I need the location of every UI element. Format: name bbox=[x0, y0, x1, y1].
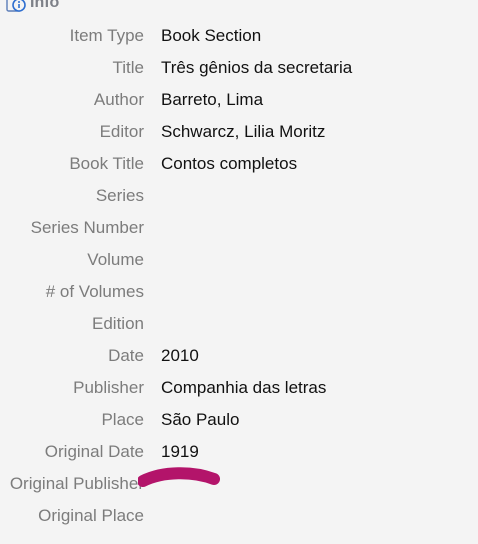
field-label: Publisher bbox=[73, 378, 144, 397]
info-icon bbox=[6, 0, 26, 13]
field-label: Series Number bbox=[30, 218, 144, 237]
field-value-book-title[interactable]: Contos completos bbox=[161, 148, 297, 180]
field-label: Place bbox=[101, 410, 144, 429]
field-row-title: Title Três gênios da secretaria bbox=[0, 52, 478, 84]
field-value-publisher[interactable]: Companhia das letras bbox=[161, 372, 326, 404]
field-value-series-number[interactable] bbox=[161, 212, 461, 244]
field-label: Book Title bbox=[69, 154, 144, 173]
field-value-original-date[interactable]: 1919 bbox=[161, 436, 199, 468]
field-row-series-number: Series Number bbox=[0, 212, 478, 244]
field-value-author[interactable]: Barreto, Lima bbox=[161, 84, 263, 116]
field-value-item-type[interactable]: Book Section bbox=[161, 20, 261, 52]
field-value-date[interactable]: 2010 bbox=[161, 340, 199, 372]
field-row-original-place: Original Place bbox=[0, 500, 478, 532]
field-row-original-date: Original Date 1919 bbox=[0, 436, 478, 468]
field-row-author: Author Barreto, Lima bbox=[0, 84, 478, 116]
field-value-series[interactable] bbox=[161, 180, 461, 212]
field-value-editor[interactable]: Schwarcz, Lilia Moritz bbox=[161, 116, 325, 148]
field-label: Edition bbox=[92, 314, 144, 333]
field-value-original-place[interactable] bbox=[161, 500, 461, 532]
field-label: Item Type bbox=[69, 26, 144, 45]
field-row-publisher: Publisher Companhia das letras bbox=[0, 372, 478, 404]
field-value-place[interactable]: São Paulo bbox=[161, 404, 239, 436]
field-label: Series bbox=[95, 186, 144, 205]
section-title: Info bbox=[30, 0, 60, 11]
field-label: Author bbox=[93, 90, 144, 109]
field-value-num-volumes[interactable] bbox=[161, 276, 461, 308]
field-row-num-volumes: # of Volumes bbox=[0, 276, 478, 308]
field-label: Date bbox=[108, 346, 144, 365]
field-label: Editor bbox=[99, 122, 144, 141]
field-row-item-type: Item Type Book Section bbox=[0, 20, 478, 52]
field-row-date: Date 2010 bbox=[0, 340, 478, 372]
field-row-original-publisher: Original Publisher bbox=[0, 468, 478, 500]
info-section-header[interactable]: Info bbox=[6, 0, 59, 14]
field-row-book-title: Book Title Contos completos bbox=[0, 148, 478, 180]
field-value-title[interactable]: Três gênios da secretaria bbox=[161, 52, 352, 84]
field-value-original-publisher[interactable] bbox=[161, 468, 461, 500]
field-label: # of Volumes bbox=[45, 282, 144, 301]
field-row-edition: Edition bbox=[0, 308, 478, 340]
info-fields-list: Item Type Book Section Title Três gênios… bbox=[0, 20, 478, 532]
field-row-place: Place São Paulo bbox=[0, 404, 478, 436]
field-row-volume: Volume bbox=[0, 244, 478, 276]
field-label: Title bbox=[112, 58, 145, 77]
field-value-edition[interactable] bbox=[161, 308, 461, 340]
field-label: Original Publisher bbox=[9, 474, 144, 493]
field-row-series: Series bbox=[0, 180, 478, 212]
field-label: Original Date bbox=[44, 442, 144, 461]
field-label: Original Place bbox=[38, 506, 144, 525]
field-row-editor: Editor Schwarcz, Lilia Moritz bbox=[0, 116, 478, 148]
field-label: Volume bbox=[87, 250, 144, 269]
field-value-volume[interactable] bbox=[161, 244, 461, 276]
